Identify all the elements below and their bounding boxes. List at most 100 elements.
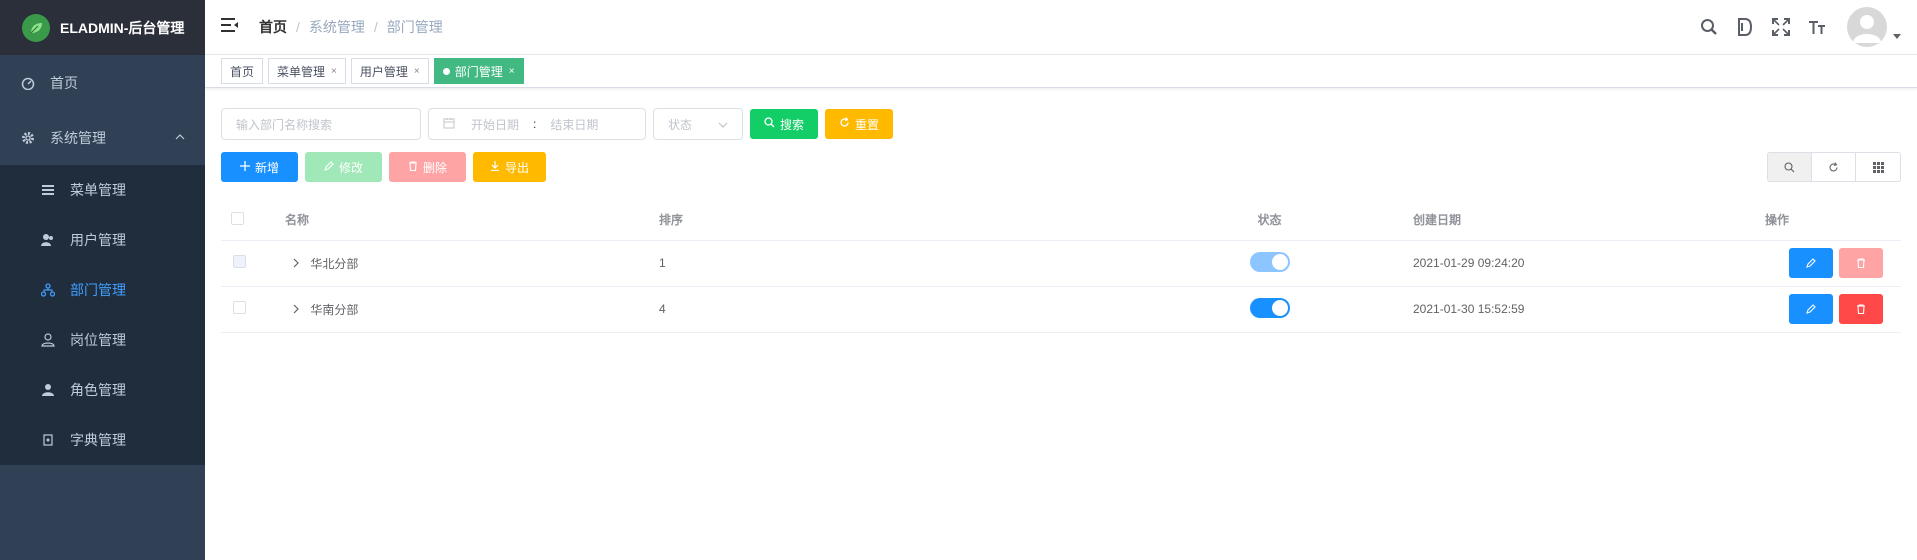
dept-icon: [40, 282, 56, 298]
filter-bar: 输入部门名称搜索 开始日期 : 结束日期 状态 搜索 重置: [221, 108, 1901, 140]
delete-button[interactable]: 删除: [389, 152, 466, 182]
row-select-cell: [221, 240, 285, 287]
search-icon[interactable]: [1691, 9, 1727, 45]
sidebar-item-post[interactable]: 岗位管理: [0, 315, 205, 365]
tag-home[interactable]: 首页: [221, 58, 264, 84]
close-icon[interactable]: ×: [509, 66, 515, 77]
status-cell: [1156, 286, 1383, 333]
sidebar-item-dict[interactable]: 字典管理: [0, 415, 205, 465]
input-placeholder: 输入部门名称搜索: [236, 117, 333, 132]
right-menu: [1691, 0, 1917, 55]
sidebar-item-label: 系统管理: [50, 129, 106, 146]
tag-menu[interactable]: 菜单管理 ×: [268, 58, 346, 84]
sidebar-item-user[interactable]: 用户管理: [0, 215, 205, 265]
font-size-icon[interactable]: [1799, 9, 1835, 45]
sidebar-item-home[interactable]: 首页: [0, 55, 205, 110]
logo[interactable]: ELADMIN-后台管理: [0, 0, 205, 55]
status-select[interactable]: 状态: [653, 108, 743, 140]
expand-icon[interactable]: [293, 303, 302, 317]
sidebar-item-label: 菜单管理: [70, 182, 126, 198]
dept-name-input[interactable]: 输入部门名称搜索: [221, 108, 421, 140]
name-cell: 华北分部: [285, 240, 659, 287]
tag-label: 菜单管理: [277, 64, 326, 79]
refresh-icon[interactable]: [1812, 153, 1856, 181]
tag-label: 部门管理: [454, 64, 503, 79]
export-button-label: 导出: [504, 160, 529, 175]
submenu-system: 菜单管理 用户管理 部门管理 岗位管理 角色管理 字典管理: [0, 165, 205, 465]
close-icon[interactable]: ×: [414, 66, 420, 77]
dept-table: 名称 排序 状态 创建日期 操作 华北分部 1 2021-01-29 09:24…: [221, 200, 1901, 333]
avatar[interactable]: [1847, 7, 1887, 47]
trash-icon: [408, 160, 418, 174]
tag-user[interactable]: 用户管理 ×: [350, 58, 429, 84]
search-button-label: 搜索: [780, 117, 805, 132]
search-toggle-icon[interactable]: [1768, 153, 1812, 181]
export-button[interactable]: 导出: [473, 152, 546, 182]
row-checkbox[interactable]: [233, 255, 246, 268]
tag-dept[interactable]: 部门管理 ×: [433, 58, 524, 84]
actions-cell: [1653, 240, 1901, 287]
sort-value: 4: [659, 286, 1156, 333]
edit-icon: [324, 160, 334, 174]
created-date: 2021-01-29 09:24:20: [1383, 240, 1653, 287]
close-icon[interactable]: ×: [331, 66, 337, 77]
menu-icon: [40, 182, 56, 198]
sidebar: ELADMIN-后台管理 首页 系统管理 菜单管理 用户管理 部门管理 岗位管理…: [0, 0, 205, 560]
search-icon: [764, 117, 775, 131]
sidebar-item-dept[interactable]: 部门管理: [0, 265, 205, 315]
dashboard-icon: [20, 75, 36, 91]
breadcrumb-dept: 部门管理: [386, 19, 443, 35]
add-button-label: 新增: [254, 160, 279, 175]
sidebar-item-system[interactable]: 系统管理: [0, 110, 205, 165]
content: 输入部门名称搜索 开始日期 : 结束日期 状态 搜索 重置 新增 修改 删除 导…: [205, 108, 1917, 333]
gear-icon: [20, 130, 36, 146]
sidebar-item-label: 字典管理: [70, 432, 126, 448]
chevron-up-icon: [175, 132, 185, 143]
columns-icon[interactable]: [1856, 153, 1900, 181]
status-switch[interactable]: [1249, 251, 1290, 272]
caret-down-icon[interactable]: [1893, 31, 1901, 42]
refresh-icon: [839, 117, 850, 131]
reset-button-label: 重置: [855, 117, 880, 132]
tag-label: 用户管理: [359, 64, 408, 79]
download-icon: [490, 160, 500, 174]
main-area: 首页 / 系统管理 / 部门管理 首页 菜单管理 × 用户管理 × 部门管理 ×…: [205, 0, 1917, 560]
row-select-cell: [221, 286, 285, 333]
actions-cell: [1653, 286, 1901, 333]
sidebar-item-role[interactable]: 角色管理: [0, 365, 205, 415]
user-icon: [40, 232, 56, 248]
breadcrumb-system: 系统管理: [308, 19, 365, 35]
row-delete-button[interactable]: [1839, 248, 1883, 278]
search-button[interactable]: 搜索: [750, 109, 819, 139]
status-cell: [1156, 240, 1383, 287]
plus-icon: [239, 160, 250, 174]
sidebar-item-label: 岗位管理: [70, 332, 126, 348]
tag-label: 首页: [230, 64, 255, 79]
sidebar-item-label: 用户管理: [70, 232, 126, 248]
sidebar-item-menu[interactable]: 菜单管理: [0, 165, 205, 215]
fullscreen-icon[interactable]: [1763, 9, 1799, 45]
select-all-checkbox[interactable]: [231, 211, 244, 225]
navbar: 首页 / 系统管理 / 部门管理: [205, 0, 1917, 55]
breadcrumb-home[interactable]: 首页: [259, 17, 287, 37]
row-checkbox[interactable]: [233, 301, 246, 314]
header-name: 名称: [285, 200, 659, 241]
header-actions: 操作: [1653, 200, 1901, 241]
sort-value: 1: [659, 240, 1156, 287]
role-icon: [40, 382, 56, 398]
row-edit-button[interactable]: [1788, 248, 1833, 278]
breadcrumb-separator: /: [373, 19, 378, 35]
table-tools: [1767, 152, 1901, 182]
add-button[interactable]: 新增: [221, 152, 298, 182]
hamburger-icon[interactable]: [221, 17, 241, 37]
row-delete-button[interactable]: [1839, 294, 1883, 324]
reset-button[interactable]: 重置: [825, 109, 894, 139]
row-edit-button[interactable]: [1788, 294, 1833, 324]
app-root: ELADMIN-后台管理 首页 系统管理 菜单管理 用户管理 部门管理 岗位管理…: [0, 0, 1917, 560]
date-range-picker[interactable]: 开始日期 : 结束日期: [428, 108, 646, 140]
edit-button[interactable]: 修改: [305, 152, 382, 182]
expand-icon[interactable]: [293, 257, 302, 271]
chevron-down-icon: [718, 117, 728, 131]
status-switch[interactable]: [1249, 297, 1290, 318]
document-icon[interactable]: [1727, 9, 1763, 45]
